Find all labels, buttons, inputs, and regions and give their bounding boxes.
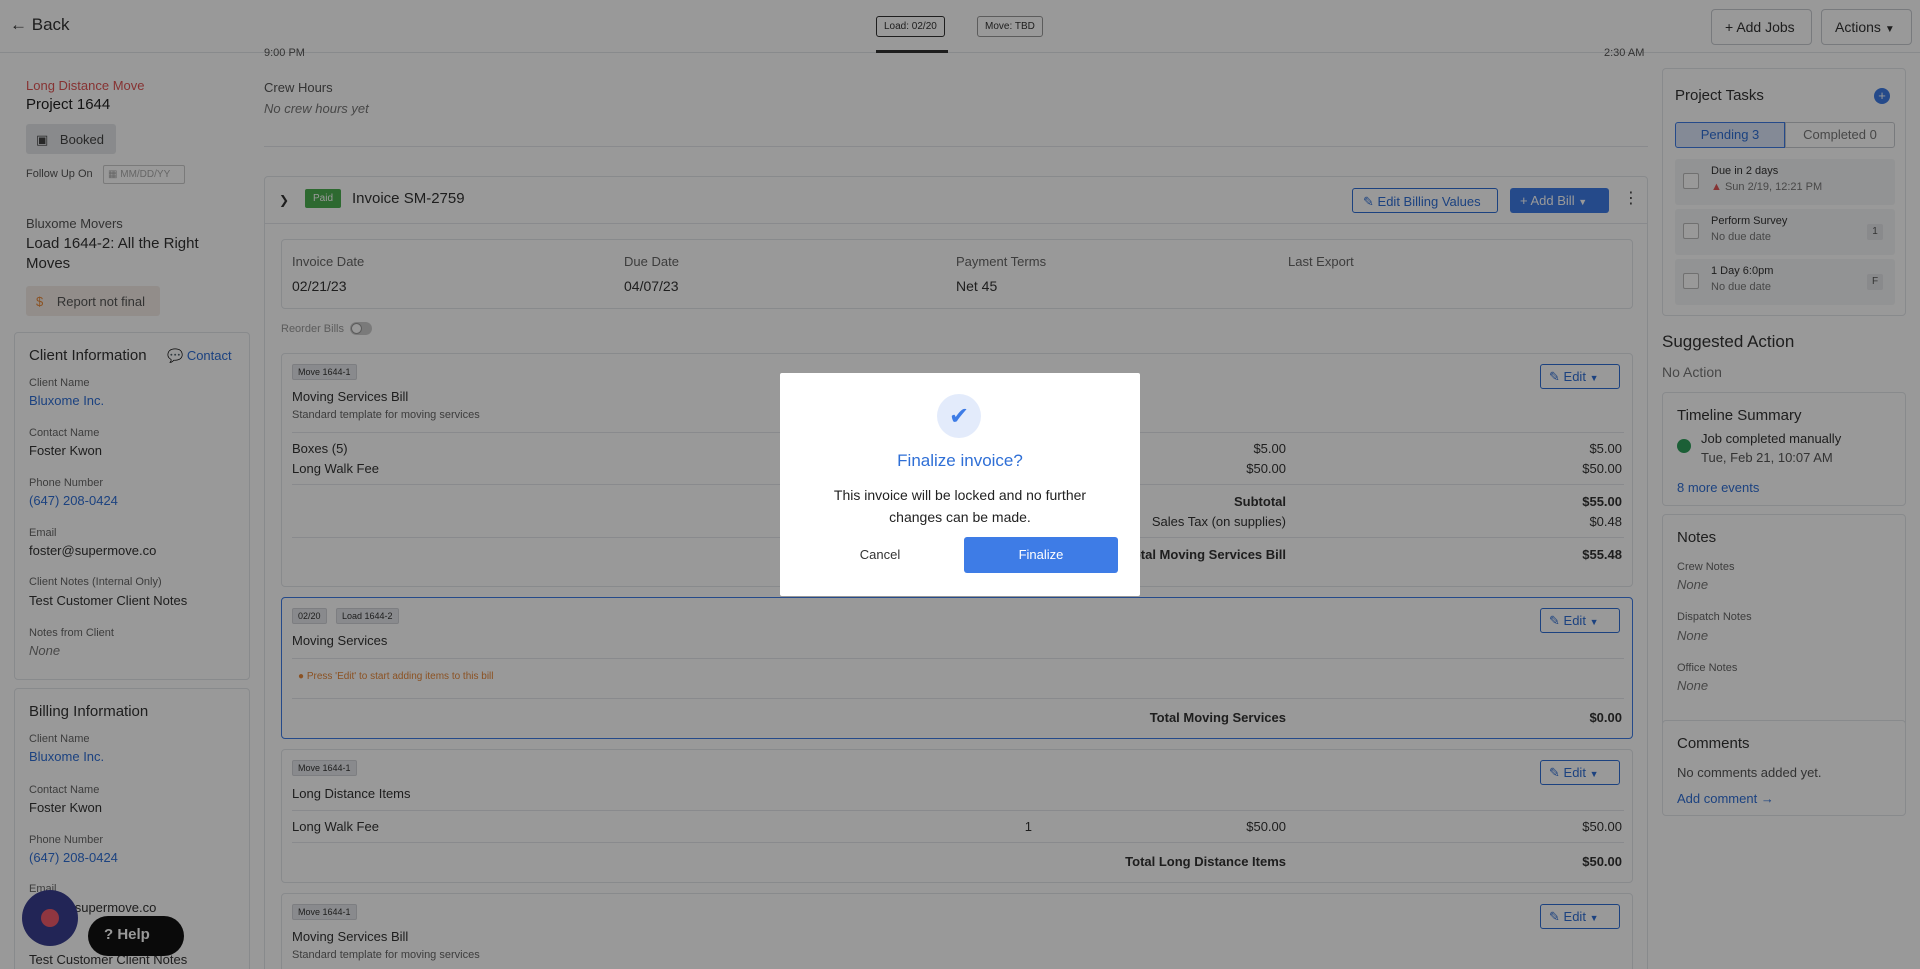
check-circle: ✔ [937, 394, 981, 438]
checkmark-icon: ✔ [948, 403, 970, 430]
modal-message: This invoice will be locked and no furth… [833, 487, 1087, 525]
cancel-button[interactable]: Cancel [810, 537, 950, 573]
modal-title: Finalize invoice? [897, 451, 1023, 470]
finalize-button[interactable]: Finalize [964, 537, 1118, 573]
finalize-invoice-modal: ✔ Finalize invoice? This invoice will be… [780, 373, 1140, 596]
